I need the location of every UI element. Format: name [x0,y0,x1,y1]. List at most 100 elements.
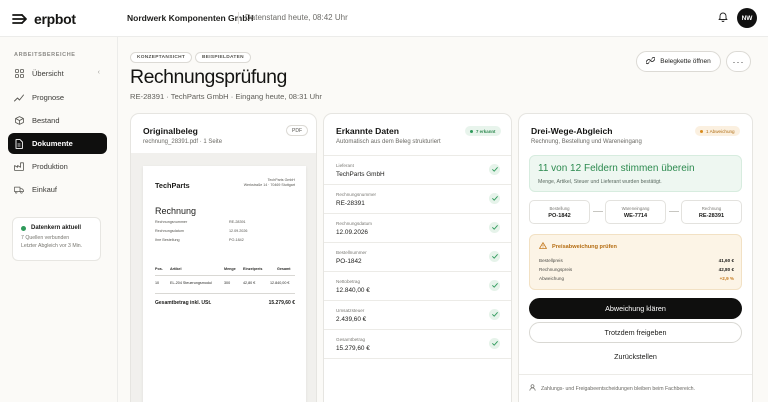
recognized-badge: 7 erkannt [465,126,501,136]
price-deviation-title: Preisabweichung prüfen [539,242,617,251]
table-cell: 300 [224,281,231,285]
price-value: 41,60 € [718,258,734,263]
divider [155,275,295,276]
status-card-title: Datenkern aktuell [31,225,82,231]
field-net-amount[interactable]: Nettobetrag 12.840,00 € [324,272,511,301]
table-header: Gesamt [277,267,291,271]
invoice-heading: Rechnung [155,206,197,216]
chip-value: PO-1842 [548,213,571,219]
field-order-number[interactable]: Bestellnummer PO-1842 [324,243,511,272]
tag-sample-data: BEISPIELDATEN [195,52,251,63]
trend-icon [14,93,24,103]
extracted-data-card: Erkannte Daten Automatisch aus dem Beleg… [323,113,512,402]
footnote: Zahlungs- und Freigabeentscheidungen ble… [529,384,695,393]
sidebar-item-produktion[interactable]: Produktion [8,156,107,177]
footnote-text: Zahlungs- und Freigabeentscheidungen ble… [541,385,695,392]
box-icon [14,116,24,126]
table-cell: EL-204 Steuerungsmodul [170,281,212,285]
deviation-badge: 1 Abweichung [695,126,740,136]
field-value: 12.840,00 € [336,287,370,294]
sidebar-item-label: Bestand [32,116,60,125]
match-summary: 11 von 12 Feldern stimmen überein Menge,… [529,155,742,192]
card-title: Erkannte Daten [336,126,400,136]
truck-icon [14,185,24,195]
connector-line [669,211,679,212]
invoice-preview: TechParts TechParts GmbH Werkstraße 14 ·… [143,166,306,402]
check-icon [489,309,500,320]
sidebar-item-label: Übersicht [32,69,64,78]
logo-icon [12,12,28,26]
field-label: Rechnungsdatum [336,221,373,226]
price-deviation-title-text: Preisabweichung prüfen [552,243,617,250]
match-detail: Menge, Artikel, Steuer und Lieferant wur… [538,179,662,185]
approve-anyway-button[interactable]: Trotzdem freigeben [529,322,742,343]
table-cell: 10 [155,281,160,285]
purchase-order-chip[interactable]: Bestellung PO-1842 [529,200,590,224]
sidebar-item-label: Einkauf [32,185,58,194]
field-total-amount[interactable]: Gesamtbetrag 15.279,60 € [324,330,511,359]
check-icon [489,280,500,291]
table-header: Pos. [155,267,163,271]
field-value: 2.439,60 € [336,316,367,323]
check-icon [489,164,500,175]
card-title: Drei-Wege-Abgleich [531,126,613,136]
user-icon [529,384,541,393]
check-icon [489,193,500,204]
invoice-chip[interactable]: Rechnung RE-28391 [681,200,742,224]
sidebar-item-label: Prognose [32,93,65,102]
notifications-button[interactable] [714,9,732,27]
status-dot [21,225,26,231]
chip-label: Wareneingang [621,206,650,211]
table-cell: 12.840,00 € [270,281,290,285]
open-document-chain-button[interactable]: Belegkette öffnen [636,51,721,72]
sidebar-item-bestand[interactable]: Bestand [8,110,107,131]
price-deviation-panel: Preisabweichung prüfen Bestellpreis 41,60… [529,234,742,290]
postpone-button[interactable]: Zurückstellen [529,346,742,367]
chip-label: Bestellung [549,206,570,211]
field-value: TechParts GmbH [336,171,385,178]
sidebar-item-dokumente[interactable]: Dokumente [8,133,107,154]
card-subtitle: Automatisch aus dem Beleg strukturiert [336,139,441,145]
goods-receipt-chip[interactable]: Wareneingang WE-7714 [605,200,666,224]
table-header: Menge [224,267,236,271]
field-invoice-number[interactable]: Rechnungsnummer RE-28391 [324,185,511,214]
invoice-total-value: 15.279,60 € [268,300,295,306]
field-invoice-date[interactable]: Rechnungsdatum 12.09.2026 [324,214,511,243]
match-headline: 11 von 12 Feldern stimmen überein [538,163,695,174]
three-way-match-card: Drei-Wege-Abgleich Rechnung, Bestellung … [518,113,753,402]
meta-label: Rechnungsdatum [155,229,184,233]
price-value: +2,9 % [719,276,734,281]
app-window: erpbot Nordwerk Komponenten GmbH Datenst… [0,0,768,402]
factory-icon [14,162,24,172]
field-label: Bestellnummer [336,250,367,255]
field-supplier[interactable]: Lieferant TechParts GmbH [324,156,511,185]
sidebar-item-einkauf[interactable]: Einkauf [8,179,107,200]
avatar[interactable]: NW [737,8,757,28]
more-options-button[interactable]: ··· [726,51,751,72]
file-info: rechnung_28391.pdf · 1 Seite [143,139,223,145]
invoice-meta-row: Ihre Bestellung PO-1842 [155,238,275,242]
price-row: Bestellpreis 41,60 € [539,258,734,263]
sidebar-item-label: Produktion [32,162,68,171]
divider [238,12,239,24]
logo[interactable]: erpbot [12,10,76,28]
data-core-status-card: Datenkern aktuell 7 Quellen verbunden Let… [12,217,101,261]
bell-icon [718,9,728,27]
invoice-address: TechParts GmbH Werkstraße 14 · 70469 Stu… [244,178,295,188]
price-label: Abweichung [539,276,565,281]
card-subtitle: Rechnung, Bestellung und Wareneingang [531,139,642,145]
resolve-deviation-button[interactable]: Abweichung klären [529,298,742,319]
meta-value: 12.09.2026 [229,229,248,233]
sidebar-item-uebersicht[interactable]: Übersicht ‹ [8,63,107,84]
table-cell: 42,80 € [243,281,256,285]
field-value: RE-28391 [336,200,365,207]
link-icon [645,56,660,67]
field-vat[interactable]: Umsatzsteuer 2.439,60 € [324,301,511,330]
company-name[interactable]: Nordwerk Komponenten GmbH [127,13,254,23]
data-status: Datenstand heute, 08:42 Uhr [245,13,348,22]
check-icon [489,251,500,262]
sidebar-item-prognose[interactable]: Prognose [8,87,107,108]
open-document-chain-label: Belegkette öffnen [660,58,711,65]
field-value: 12.09.2026 [336,229,368,236]
sidebar: ARBEITSBEREICHE Übersicht ‹ Prognose Bes… [0,37,118,402]
